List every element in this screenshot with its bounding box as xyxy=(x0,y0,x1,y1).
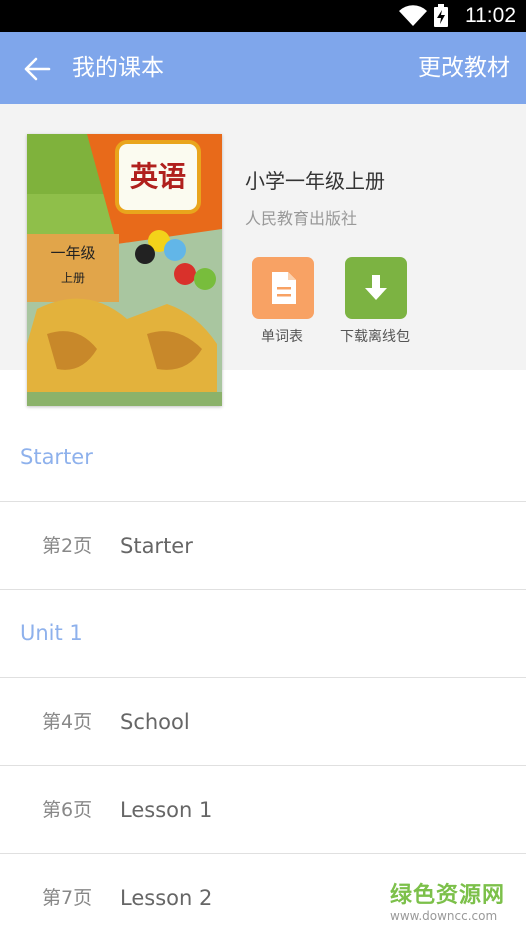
back-arrow-icon[interactable] xyxy=(22,54,52,84)
list-item[interactable]: 第6页 Lesson 1 xyxy=(0,766,526,854)
svg-text:一年级: 一年级 xyxy=(50,244,95,262)
book-publisher: 人民教育出版社 xyxy=(245,209,358,228)
page-number: 第6页 xyxy=(42,799,93,821)
lesson-name: Starter xyxy=(120,534,193,558)
book-title: 小学一年级上册 xyxy=(245,169,385,193)
lesson-name: Lesson 2 xyxy=(120,886,213,910)
download-icon xyxy=(365,275,387,300)
section-title: Unit 1 xyxy=(20,621,83,645)
word-list-label: 单词表 xyxy=(261,329,303,345)
document-icon xyxy=(272,272,296,304)
svg-text:英语: 英语 xyxy=(130,160,186,193)
page-number: 第4页 xyxy=(42,711,93,733)
svg-text:上册: 上册 xyxy=(61,271,85,285)
download-offline-button[interactable] xyxy=(345,257,407,319)
clock: 11:02 xyxy=(465,4,516,27)
book-cover-image: 英语 一年级 上册 xyxy=(27,134,222,406)
watermark-url: www.downcc.com xyxy=(390,909,498,923)
section-title: Starter xyxy=(20,445,93,469)
lesson-name: School xyxy=(120,710,190,734)
app-bar: 我的课本 更改教材 xyxy=(0,32,526,104)
list-item[interactable]: 第4页 School xyxy=(0,678,526,766)
section-header-starter: Starter xyxy=(0,414,526,502)
download-offline-label: 下载离线包 xyxy=(340,329,410,345)
page-number: 第7页 xyxy=(42,887,93,909)
battery-charging-icon xyxy=(434,4,448,27)
book-cover: 英语 一年级 上册 xyxy=(27,134,222,406)
word-list-button[interactable] xyxy=(252,257,314,319)
status-bar: 11:02 xyxy=(0,0,526,32)
change-textbook-button[interactable]: 更改教材 xyxy=(418,50,510,86)
page-number: 第2页 xyxy=(42,535,93,557)
page-title: 我的课本 xyxy=(72,55,164,81)
section-header-unit-1: Unit 1 xyxy=(0,590,526,678)
wifi-icon xyxy=(399,5,427,27)
watermark: 绿色资源网 www.downcc.com xyxy=(390,883,505,923)
list-item[interactable]: 第2页 Starter xyxy=(0,502,526,590)
lesson-name: Lesson 1 xyxy=(120,798,213,822)
watermark-title: 绿色资源网 xyxy=(390,883,506,908)
